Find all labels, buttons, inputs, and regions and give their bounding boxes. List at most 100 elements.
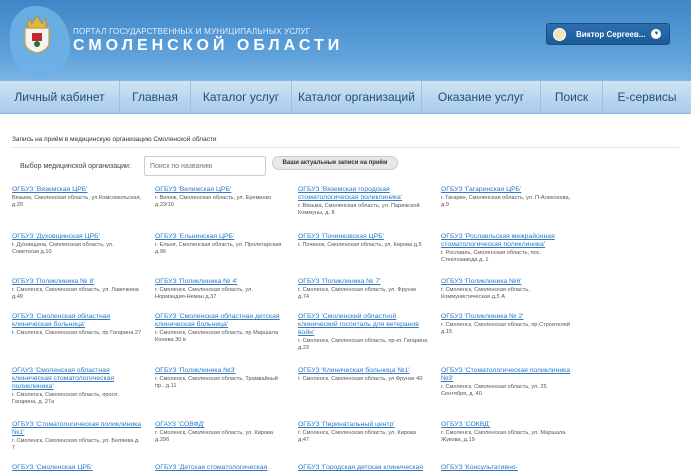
org-address: г. Смоленск, Смоленская область, ул. Бел…: [12, 438, 140, 451]
org-address: г. Вязьма, Смоленская область, ул. Париж…: [298, 203, 420, 216]
org-address: г. Смоленск, Смоленская область, Коммуни…: [441, 287, 530, 300]
org-address: г. Духовщина, Смоленская область, ул. Со…: [12, 242, 114, 255]
nav-item-service-provision[interactable]: Оказание услуг: [422, 81, 541, 114]
org-link[interactable]: ОГАУЗ 'Смоленская областная клиническая …: [12, 367, 142, 391]
list-item: ОГБУЗ 'Рославльская межрайонная стоматол…: [441, 233, 571, 264]
org-address: г. Гагарин, Смоленская область, ул. П-Ал…: [441, 195, 571, 208]
list-item: ОГБУЗ 'Велижская ЦРБ' г. Велиж, Смоленск…: [155, 186, 285, 209]
breadcrumb: Запись на приём в медицинскую организаци…: [12, 136, 217, 143]
org-address: г. Рославль, Смоленская область, пос. Ст…: [441, 250, 542, 263]
filter-label: Выбор медицинской организации:: [20, 163, 131, 170]
org-link[interactable]: ОГБУЗ 'Ельнинская ЦРБ': [155, 233, 285, 241]
org-link[interactable]: ОГБУЗ 'Велижская ЦРБ': [155, 186, 285, 194]
list-item: ОГБУЗ 'Ельнинская ЦРБ' г. Ельня, Смоленс…: [155, 233, 285, 256]
list-item: ОГБУЗ 'Починковская ЦРБ' г. Починок, Смо…: [298, 233, 428, 249]
org-link[interactable]: ОГБУЗ 'Духовщинская ЦРБ': [12, 233, 142, 241]
nav-item-organizations-catalog[interactable]: Каталог организаций: [292, 81, 422, 114]
org-address: г. Смоленск, Смоленская область, ул Фрун…: [298, 376, 423, 382]
coat-of-arms-icon[interactable]: [22, 14, 52, 54]
org-link[interactable]: ОГБУЗ 'Вяземская городская стоматологиче…: [298, 186, 428, 202]
org-address: г. Смоленск, Смоленская область, ул. Кир…: [155, 430, 274, 443]
portal-subtitle: ПОРТАЛ ГОСУДАРСТВЕННЫХ И МУНИЦИПАЛЬНЫХ У…: [73, 27, 311, 36]
list-item: ОГБУЗ 'Поликлиника № 8' г. Смоленск, Смо…: [12, 278, 142, 301]
list-item: ОГБУЗ 'Смоленский областной клинический …: [298, 313, 428, 352]
org-address: г. Смоленск, Смоленская область, ул. Мар…: [441, 430, 566, 443]
list-item: ОГБУЗ 'Стоматологическая поликлиника №3'…: [441, 367, 571, 398]
list-item: ОГБУЗ 'Стоматологическая поликлиника №1'…: [12, 421, 142, 452]
list-item: ОГБУЗ 'Смоленская ЦРБ': [12, 464, 142, 472]
portal-title: СМОЛЕНСКОЙ ОБЛАСТИ: [73, 37, 344, 54]
org-address: г. Смоленск, Смоленская область, пр Гага…: [12, 330, 142, 336]
org-address: г. Смоленск, Смоленская область, ул. 25 …: [441, 384, 547, 397]
chevron-down-icon: ▼: [651, 29, 662, 39]
org-link[interactable]: ОГБУЗ 'Починковская ЦРБ': [298, 233, 428, 241]
list-item: ОГБУЗ 'Поликлиника №6' г. Смоленск, Смол…: [441, 278, 571, 301]
org-link[interactable]: ОГБУЗ 'СОКВД': [441, 421, 571, 429]
org-address: г. Смоленск, Смоленская область, Трамвай…: [155, 376, 278, 389]
org-address: г. Смоленск, Смоленская область, пр-кт. …: [298, 338, 428, 351]
list-item: ОГБУЗ 'Гагаринская ЦРБ' г. Гагарин, Смол…: [441, 186, 571, 209]
org-link[interactable]: ОГБУЗ 'Поликлиника № 2': [441, 313, 571, 321]
org-link[interactable]: ОГБУЗ 'Поликлиника № 8': [12, 278, 142, 286]
org-link[interactable]: ОГБУЗ 'Смоленский областной клинический …: [298, 313, 428, 337]
org-link[interactable]: ОГАУЗ 'СОВФД': [155, 421, 285, 429]
avatar: [553, 27, 566, 41]
divider: [12, 147, 679, 148]
org-link[interactable]: ОГБУЗ 'Клиническая больница №1': [298, 367, 428, 375]
org-link[interactable]: ОГБУЗ 'Поликлиника №6': [441, 278, 571, 286]
list-item: ОГБУЗ 'Смоленская областная клиническая …: [12, 313, 142, 337]
org-address: г. Смоленск, Смоленская область, просп. …: [12, 392, 120, 405]
org-link[interactable]: ОГБУЗ 'Вяземская ЦРБ': [12, 186, 142, 194]
list-item: ОГБУЗ 'СОКВД' г. Смоленск, Смоленская об…: [441, 421, 571, 444]
org-link[interactable]: ОГБУЗ 'Городская детская клиническая: [298, 464, 428, 472]
list-item: ОГБУЗ 'Вяземская городская стоматологиче…: [298, 186, 428, 217]
org-link[interactable]: ОГБУЗ 'Стоматологическая поликлиника №1': [12, 421, 142, 437]
org-link[interactable]: ОГБУЗ 'Поликлиника №3': [155, 367, 285, 375]
org-link[interactable]: ОГБУЗ 'Консультативно-: [441, 464, 571, 472]
my-appointments-button[interactable]: Ваши актуальные записи на приём: [272, 156, 398, 170]
org-address: г. Починок, Смоленская область, ул. Киро…: [298, 242, 422, 248]
list-item: ОГБУЗ 'Поликлиника № 2' г. Смоленск, Смо…: [441, 313, 571, 336]
org-link[interactable]: ОГБУЗ 'Смоленская областная детская клин…: [155, 313, 285, 329]
list-item: ОГБУЗ 'Клиническая больница №1' г. Смоле…: [298, 367, 428, 383]
list-item: ОГБУЗ 'Перинатальный центр' г. Смоленск,…: [298, 421, 428, 444]
org-address: г. Смоленск, Смоленская область, пр.Стро…: [441, 322, 570, 335]
org-link[interactable]: ОГБУЗ 'Перинатальный центр': [298, 421, 428, 429]
org-link[interactable]: ОГБУЗ 'Поликлиника № 4': [155, 278, 285, 286]
list-item: ОГБУЗ 'Городская детская клиническая: [298, 464, 428, 472]
user-menu-button[interactable]: Виктор Сергеев... ▼: [546, 23, 670, 45]
nav-item-services-catalog[interactable]: Каталог услуг: [191, 81, 292, 114]
org-link[interactable]: ОГБУЗ 'Детская стоматологическая: [155, 464, 285, 472]
nav-item-personal-cabinet[interactable]: Личный кабинет: [0, 81, 120, 114]
org-link[interactable]: ОГБУЗ 'Гагаринская ЦРБ': [441, 186, 571, 194]
list-item: ОГБУЗ 'Поликлиника № 4' г. Смоленск, Смо…: [155, 278, 285, 301]
org-link[interactable]: ОГБУЗ 'Смоленская областная клиническая …: [12, 313, 142, 329]
list-item: ОГБУЗ 'Вяземская ЦРБ' Вязьма, Смоленская…: [12, 186, 142, 209]
org-link[interactable]: ОГБУЗ 'Смоленская ЦРБ': [12, 464, 142, 472]
list-item: ОГАУЗ 'Смоленская областная клиническая …: [12, 367, 142, 406]
nav-item-e-services[interactable]: Е-сервисы: [603, 81, 691, 114]
list-item: ОГБУЗ 'Детская стоматологическая: [155, 464, 285, 472]
list-item: ОГАУЗ 'СОВФД' г. Смоленск, Смоленская об…: [155, 421, 285, 444]
list-item: ОГБУЗ 'Консультативно-: [441, 464, 571, 472]
org-address: г. Смоленск, Смоленская область, пр Марш…: [155, 330, 278, 343]
org-link[interactable]: ОГБУЗ 'Стоматологическая поликлиника №3': [441, 367, 571, 383]
org-link[interactable]: ОГБУЗ 'Рославльская межрайонная стоматол…: [441, 233, 571, 249]
site-header: ПОРТАЛ ГОСУДАРСТВЕННЫХ И МУНИЦИПАЛЬНЫХ У…: [0, 0, 691, 80]
list-item: ОГБУЗ 'Смоленская областная детская клин…: [155, 313, 285, 344]
org-address: г. Велиж, Смоленская область, ул. Еремен…: [155, 195, 272, 208]
nav-item-home[interactable]: Главная: [120, 81, 191, 114]
org-address: г. Смоленск, Смоленская область, ул. Фру…: [298, 287, 417, 300]
list-item: ОГБУЗ 'Поликлиника №3' г. Смоленск, Смол…: [155, 367, 285, 390]
org-address: Вязьма, Смоленская область, ул.Комсомоль…: [12, 195, 142, 208]
search-input[interactable]: [144, 156, 266, 176]
list-item: ОГБУЗ 'Духовщинская ЦРБ' г. Духовщина, С…: [12, 233, 142, 256]
nav-item-search[interactable]: Поиск: [541, 81, 603, 114]
main-nav: Личный кабинет Главная Каталог услуг Кат…: [0, 80, 691, 114]
org-address: г. Смоленск, Смоленская область, ул. Нор…: [155, 287, 253, 300]
list-item: ОГБУЗ 'Поликлиника № 7' г. Смоленск, Смо…: [298, 278, 428, 301]
org-address: г. Ельня, Смоленская область, ул. Пролет…: [155, 242, 282, 255]
org-address: г. Смоленск, Смоленская область, ул. Кир…: [298, 430, 417, 443]
user-name: Виктор Сергеев...: [576, 29, 646, 39]
org-link[interactable]: ОГБУЗ 'Поликлиника № 7': [298, 278, 428, 286]
